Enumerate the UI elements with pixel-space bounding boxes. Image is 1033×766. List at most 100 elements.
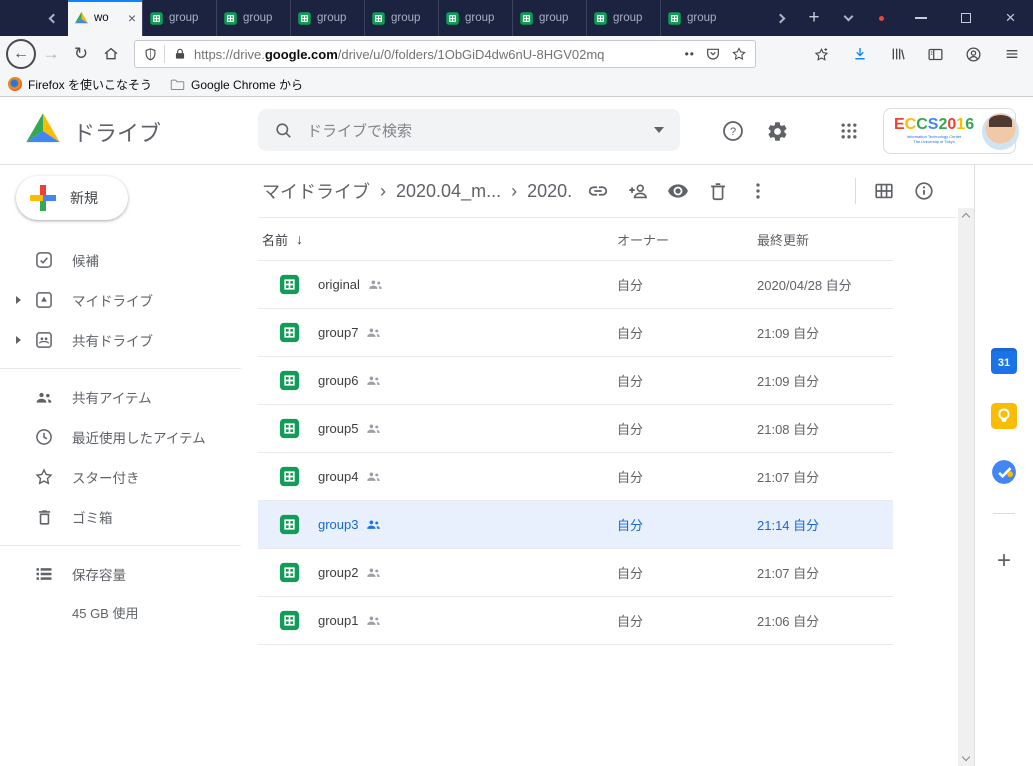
- chevron-right-icon: [775, 13, 785, 23]
- list-all-tabs-button[interactable]: [831, 0, 865, 36]
- table-row[interactable]: group1 自分 21:06 自分: [258, 597, 893, 645]
- add-addon-button[interactable]: +: [997, 547, 1011, 573]
- shared-people-icon: [365, 612, 382, 629]
- tab-label: group: [613, 12, 654, 24]
- preview-button[interactable]: [658, 171, 698, 211]
- scroll-up-icon[interactable]: [962, 213, 970, 221]
- account-badge[interactable]: ECCS2016 Information Technology Center T…: [883, 108, 1016, 154]
- tab-label: wo: [94, 12, 123, 24]
- search-input[interactable]: ドライブで検索: [258, 109, 680, 151]
- browser-tab[interactable]: group: [290, 0, 364, 36]
- sidebar-item-shared-drives[interactable]: 共有ドライブ: [0, 320, 258, 360]
- column-name[interactable]: 名前 ↓: [262, 230, 303, 249]
- browser-tab[interactable]: group: [216, 0, 290, 36]
- delete-button[interactable]: [698, 171, 738, 211]
- calendar-icon[interactable]: 31: [991, 348, 1017, 374]
- sheets-favicon-icon: [519, 11, 534, 26]
- table-row[interactable]: group3 自分 21:14 自分: [258, 501, 893, 549]
- bookmark-folder-chrome[interactable]: Google Chrome から: [170, 76, 303, 93]
- search-options-dropdown-icon[interactable]: [654, 127, 664, 133]
- settings-button[interactable]: [764, 118, 790, 144]
- expand-caret-icon[interactable]: [16, 296, 21, 304]
- sheets-favicon-icon: [593, 11, 608, 26]
- page-scrollbar[interactable]: [958, 208, 974, 766]
- minimize-button[interactable]: [898, 0, 943, 36]
- table-row[interactable]: group7 自分 21:09 自分: [258, 309, 893, 357]
- scroll-tabs-right-button[interactable]: [763, 0, 797, 36]
- tasks-icon[interactable]: [991, 459, 1017, 485]
- tab-label: group: [391, 12, 432, 24]
- menu-button[interactable]: [996, 39, 1027, 69]
- more-actions-button[interactable]: [738, 171, 778, 211]
- new-tab-button[interactable]: +: [797, 0, 831, 36]
- browser-tab[interactable]: group: [660, 0, 734, 36]
- user-avatar[interactable]: [982, 113, 1019, 150]
- column-owner[interactable]: オーナー: [617, 230, 669, 249]
- table-row[interactable]: group2 自分 21:07 自分: [258, 549, 893, 597]
- grid-view-button[interactable]: [864, 171, 904, 211]
- home-button[interactable]: [96, 39, 126, 69]
- sidebars-button[interactable]: [920, 39, 951, 69]
- search-icon[interactable]: [274, 121, 293, 140]
- breadcrumb-folder-1[interactable]: 2020.04_m...: [396, 181, 501, 202]
- sidebar-item-starred[interactable]: スター付き: [0, 457, 258, 497]
- sidebar-item-priority[interactable]: 候補: [0, 240, 258, 280]
- table-row[interactable]: group4 自分 21:07 自分: [258, 453, 893, 501]
- sort-desc-icon[interactable]: ↓: [296, 231, 303, 247]
- star-badge-icon: [813, 46, 830, 63]
- file-owner: 自分: [617, 275, 643, 294]
- get-link-button[interactable]: [578, 171, 618, 211]
- star-icon: [34, 467, 54, 487]
- browser-tab[interactable]: group: [586, 0, 660, 36]
- active-tab[interactable]: wo ×: [68, 0, 142, 36]
- save-to-pocket-star-button[interactable]: [806, 39, 837, 69]
- firefox-icon: [8, 77, 22, 91]
- file-owner: 自分: [617, 467, 643, 486]
- info-icon: [913, 180, 935, 202]
- help-button[interactable]: ?: [720, 118, 746, 144]
- sidebar-item-my-drive[interactable]: マイドライブ: [0, 280, 258, 320]
- expand-caret-icon[interactable]: [16, 336, 21, 344]
- bookmark-firefox[interactable]: Firefox を使いこなそう: [8, 76, 152, 93]
- help-icon: ?: [721, 119, 745, 143]
- browser-tab[interactable]: group: [438, 0, 512, 36]
- scroll-tabs-left-button[interactable]: [38, 0, 68, 36]
- sidebar-item-recent[interactable]: 最近使用したアイテム: [0, 417, 258, 457]
- maximize-button[interactable]: [943, 0, 988, 36]
- new-button[interactable]: 新規: [16, 176, 128, 220]
- sidebar-nav: 候補 マイドライブ 共有ドライブ 共有アイテム 最近使用したアイテム: [0, 240, 258, 630]
- toolbar-divider: [855, 178, 856, 204]
- forward-button[interactable]: →: [36, 39, 66, 69]
- table-row[interactable]: group5 自分 21:08 自分: [258, 405, 893, 453]
- library-button[interactable]: [882, 39, 913, 69]
- sidebar-item-storage[interactable]: 保存容量: [0, 554, 258, 594]
- column-modified[interactable]: 最終更新: [757, 230, 809, 249]
- table-row[interactable]: original 自分 2020/04/28 自分: [258, 261, 893, 309]
- table-row[interactable]: group6 自分 21:09 自分: [258, 357, 893, 405]
- account-button[interactable]: [958, 39, 989, 69]
- drive-logo-icon[interactable]: [24, 111, 62, 149]
- url-text[interactable]: https://drive.google.com/drive/u/0/folde…: [194, 47, 679, 62]
- bookmark-star-icon[interactable]: [731, 46, 747, 62]
- shared-people-icon: [365, 564, 382, 581]
- back-button[interactable]: ←: [6, 39, 36, 69]
- browser-tab[interactable]: group: [512, 0, 586, 36]
- google-apps-button[interactable]: [836, 118, 862, 144]
- close-window-button[interactable]: ×: [988, 0, 1033, 36]
- reload-button[interactable]: ↻: [66, 39, 96, 69]
- breadcrumb-my-drive[interactable]: マイドライブ: [262, 178, 370, 204]
- share-button[interactable]: [618, 171, 658, 211]
- tab-close-icon[interactable]: ×: [128, 11, 136, 25]
- sidebar-item-shared-with-me[interactable]: 共有アイテム: [0, 377, 258, 417]
- sidebar-item-trash[interactable]: ゴミ箱: [0, 497, 258, 537]
- breadcrumb-folder-2[interactable]: 2020.: [527, 181, 572, 202]
- url-bar[interactable]: https://drive.google.com/drive/u/0/folde…: [134, 40, 756, 68]
- info-button[interactable]: [904, 171, 944, 211]
- pocket-icon[interactable]: [705, 46, 721, 62]
- scroll-down-icon[interactable]: [962, 753, 970, 761]
- keep-icon[interactable]: [991, 403, 1017, 429]
- browser-tab[interactable]: group: [142, 0, 216, 36]
- downloads-button[interactable]: [844, 39, 875, 69]
- browser-tab[interactable]: group: [364, 0, 438, 36]
- tracking-protection-shield-icon[interactable]: [143, 47, 158, 62]
